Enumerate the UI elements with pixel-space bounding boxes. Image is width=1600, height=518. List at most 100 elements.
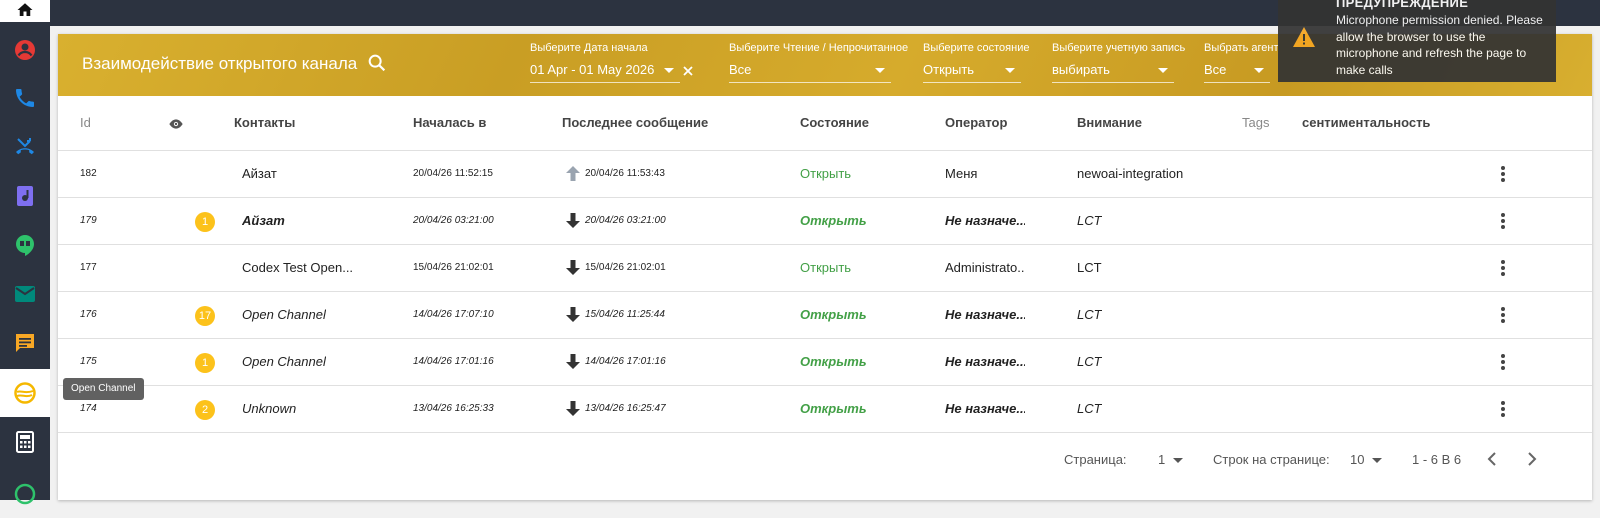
row-contact: Айзат xyxy=(242,166,277,181)
table-row[interactable]: 175 1 Open Channel 14/04/26 17:01:16 14/… xyxy=(58,339,1592,386)
table-row[interactable]: 182 Айзат 20/04/26 11:52:15 20/04/26 11:… xyxy=(58,151,1592,198)
row-contact: Open Channel xyxy=(242,307,326,322)
pagination: Страница: 1 Строк на странице: 10 1 - 6 … xyxy=(58,439,1592,479)
row-state: Открыть xyxy=(800,213,867,228)
account-filter[interactable]: Выберите учетную запись выбирать xyxy=(1052,42,1186,83)
chevron-down-icon xyxy=(1254,68,1264,73)
eye-icon xyxy=(169,119,183,129)
row-id: 177 xyxy=(80,262,97,273)
page-select[interactable]: 1 xyxy=(1158,452,1184,467)
row-state: Открыть xyxy=(800,260,852,275)
chevron-down-icon xyxy=(1372,458,1383,464)
open-channel-icon xyxy=(14,382,36,404)
sidebar-item-open-channel[interactable] xyxy=(0,369,50,417)
row-operator: Не назначе... xyxy=(945,307,1025,322)
sidebar-item-chat[interactable] xyxy=(0,319,50,367)
row-last-message: 13/04/26 16:25:47 xyxy=(585,403,666,414)
sidebar-item-account[interactable] xyxy=(0,26,50,74)
table-header: Id Контакты Началась в Последнее сообщен… xyxy=(58,96,1592,151)
row-contact: Unknown xyxy=(242,401,297,416)
arrow-up-icon xyxy=(565,165,581,187)
whatsapp-icon xyxy=(14,483,36,505)
search-button[interactable] xyxy=(366,52,388,79)
account-filter-value[interactable]: выбирать xyxy=(1052,60,1174,83)
table-row[interactable]: 179 1 Айзат 20/04/26 03:21:00 20/04/26 0… xyxy=(58,198,1592,245)
row-contact: Айзат xyxy=(242,213,285,228)
sidebar-item-home[interactable] xyxy=(0,0,50,22)
unread-badge: 1 xyxy=(195,212,215,232)
row-last-message: 14/04/26 17:01:16 xyxy=(585,356,666,367)
row-menu-button[interactable] xyxy=(1500,165,1506,188)
col-operator[interactable]: Оператор xyxy=(945,115,1007,130)
sidebar-item-whatsapp[interactable] xyxy=(0,470,50,518)
table-row[interactable]: 177 Codex Test Open... 15/04/26 21:02:01… xyxy=(58,245,1592,292)
open-channel-panel: Взаимодействие открытого канала Выберите… xyxy=(58,34,1592,500)
search-icon xyxy=(368,54,386,72)
agent-filter[interactable]: Выбрать агент Все xyxy=(1204,42,1279,83)
col-attention[interactable]: Внимание xyxy=(1077,115,1142,130)
col-last-message[interactable]: Последнее сообщение xyxy=(562,115,708,130)
row-state: Открыть xyxy=(800,354,867,369)
sidebar-item-missed-calls[interactable] xyxy=(0,122,50,170)
sidebar-item-calculator[interactable] xyxy=(0,418,50,466)
row-menu-button[interactable] xyxy=(1500,400,1506,423)
more-vert-icon xyxy=(1501,307,1505,323)
col-state[interactable]: Состояние xyxy=(800,115,869,130)
table-row[interactable]: 174 2 Unknown 13/04/26 16:25:33 13/04/26… xyxy=(58,386,1592,433)
home-icon xyxy=(17,3,33,16)
date-filter[interactable]: Выберите Дата начала 01 Apr - 01 May 202… xyxy=(530,42,680,83)
sidebar-tooltip: Open Channel xyxy=(63,378,144,400)
agent-filter-value[interactable]: Все xyxy=(1204,60,1270,83)
next-page-button[interactable] xyxy=(1526,451,1538,470)
more-vert-icon xyxy=(1501,401,1505,417)
row-last-message: 20/04/26 03:21:00 xyxy=(585,215,666,226)
clear-date-button[interactable] xyxy=(682,64,694,82)
row-menu-button[interactable] xyxy=(1500,306,1506,329)
sidebar-item-phone[interactable] xyxy=(0,74,50,122)
warning-toast[interactable]: ПРЕДУПРЕЖДЕНИЕ Microphone permission den… xyxy=(1278,0,1556,82)
unread-badge: 17 xyxy=(195,306,215,326)
row-state: Открыть xyxy=(800,166,852,181)
account-value: выбирать xyxy=(1052,62,1110,77)
col-tags[interactable]: Tags xyxy=(1242,115,1269,130)
col-started[interactable]: Началась в xyxy=(413,115,486,130)
prev-page-button[interactable] xyxy=(1486,451,1498,470)
arrow-down-icon xyxy=(565,212,581,234)
state-filter[interactable]: Выберите состояние Открыть xyxy=(923,42,1029,83)
row-menu-button[interactable] xyxy=(1500,353,1506,376)
row-id: 175 xyxy=(80,356,97,367)
row-operator: Administrato... xyxy=(945,260,1025,275)
col-sentiment[interactable]: сентиментальность xyxy=(1302,115,1430,130)
more-vert-icon xyxy=(1501,166,1505,182)
col-read-status[interactable] xyxy=(168,117,184,135)
read-filter-value[interactable]: Все xyxy=(729,60,891,83)
more-vert-icon xyxy=(1501,260,1505,276)
warning-icon xyxy=(1292,26,1316,53)
close-icon xyxy=(683,66,693,76)
state-value: Открыть xyxy=(923,62,975,77)
rows-per-page-select[interactable]: 10 xyxy=(1350,452,1383,467)
agent-value: Все xyxy=(1204,62,1227,77)
sidebar-item-hangouts[interactable] xyxy=(0,221,50,269)
read-filter[interactable]: Выберите Чтение / Непрочитанное Все xyxy=(729,42,908,83)
row-started: 14/04/26 17:01:16 xyxy=(413,356,494,367)
row-operator: Не назначе... xyxy=(945,213,1025,228)
row-menu-button[interactable] xyxy=(1500,212,1506,235)
sidebar-item-voicemail[interactable] xyxy=(0,172,50,220)
row-started: 13/04/26 16:25:33 xyxy=(413,403,494,414)
page-range: 1 - 6 В 6 xyxy=(1412,452,1462,467)
sidebar xyxy=(0,0,50,505)
arrow-down-icon xyxy=(565,400,581,422)
col-id[interactable]: Id xyxy=(80,115,91,130)
row-started: 15/04/26 21:02:01 xyxy=(413,262,494,273)
row-operator: Меня xyxy=(945,166,978,181)
sidebar-item-email[interactable] xyxy=(0,270,50,318)
date-filter-value[interactable]: 01 Apr - 01 May 2026 xyxy=(530,60,680,83)
voicemail-icon xyxy=(17,186,33,206)
account-filter-label: Выберите учетную запись xyxy=(1052,42,1186,54)
row-menu-button[interactable] xyxy=(1500,259,1506,282)
state-filter-value[interactable]: Открыть xyxy=(923,60,1021,83)
agent-filter-label: Выбрать агент xyxy=(1204,42,1279,54)
col-contacts[interactable]: Контакты xyxy=(234,115,295,130)
table-row[interactable]: 176 17 Open Channel 14/04/26 17:07:10 15… xyxy=(58,292,1592,339)
